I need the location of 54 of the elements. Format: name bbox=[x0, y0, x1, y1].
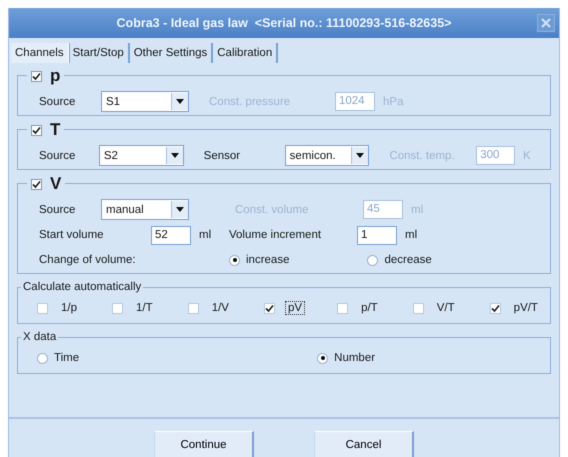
checkbox[interactable] bbox=[31, 70, 42, 82]
field-label: Const. volume bbox=[235, 204, 310, 216]
dropdown[interactable]: semicon. bbox=[284, 145, 370, 166]
field-label: Volume increment bbox=[229, 229, 322, 241]
unit-label: ml bbox=[405, 229, 418, 241]
input-field[interactable]: 1 bbox=[357, 226, 397, 244]
radio-option[interactable]: Time bbox=[37, 352, 80, 364]
dropdown[interactable]: manual bbox=[101, 199, 189, 220]
check-icon bbox=[490, 304, 500, 312]
channel-symbol: V bbox=[50, 174, 62, 194]
field-label: Source bbox=[39, 96, 76, 108]
radio-option[interactable]: Number bbox=[317, 352, 376, 364]
checkbox-option[interactable]: V/T bbox=[412, 301, 458, 315]
caret-icon bbox=[170, 153, 179, 158]
radio-option[interactable]: increase bbox=[229, 254, 290, 266]
radio-option[interactable]: decrease bbox=[367, 254, 432, 266]
dialog-button[interactable]: Continue bbox=[154, 431, 254, 457]
dropdown[interactable]: S1 bbox=[101, 91, 189, 112]
field-label: Source bbox=[39, 204, 76, 216]
checkbox-option[interactable]: p/T bbox=[337, 301, 381, 315]
channel-symbol: p bbox=[50, 66, 60, 86]
field-label: Start volume bbox=[39, 229, 105, 241]
checkbox[interactable] bbox=[31, 178, 42, 190]
checkbox-option[interactable]: 1/V bbox=[188, 301, 232, 315]
field-label: Sensor bbox=[204, 150, 242, 162]
checkbox-option[interactable]: 1/p bbox=[37, 301, 80, 315]
window-title: Cobra3 - Ideal gas law <Serial no.: 11100293-516-82635> bbox=[116, 16, 452, 30]
dialog-button[interactable]: Cancel bbox=[314, 431, 414, 457]
caret-icon bbox=[176, 99, 184, 104]
check-icon bbox=[32, 180, 41, 188]
unit-label: ml bbox=[411, 204, 424, 216]
checkbox-option[interactable]: 1/T bbox=[112, 301, 156, 315]
tab[interactable]: Other Settings bbox=[130, 43, 214, 63]
tab[interactable]: Calibration bbox=[213, 43, 278, 63]
unit-label: ml bbox=[199, 229, 212, 241]
tab[interactable]: Start/Stop bbox=[68, 43, 130, 63]
field-label: Change of volume: bbox=[39, 254, 137, 266]
check-icon bbox=[32, 72, 41, 80]
check-icon bbox=[32, 126, 41, 134]
checkbox-option[interactable]: pV/T bbox=[490, 301, 541, 315]
input-field[interactable]: 52 bbox=[151, 226, 191, 244]
checkbox[interactable] bbox=[31, 124, 42, 136]
unit-label: hPa bbox=[383, 96, 404, 108]
check-icon bbox=[264, 304, 274, 312]
unit-label: K bbox=[522, 150, 532, 162]
dropdown[interactable]: S2 bbox=[98, 145, 184, 166]
field-label: Const. temp. bbox=[389, 150, 456, 162]
field-label: Const. pressure bbox=[209, 96, 292, 108]
channel-symbol: T bbox=[50, 120, 60, 140]
tab[interactable]: Channels bbox=[11, 43, 69, 63]
close-icon bbox=[540, 17, 552, 29]
field-label: Source bbox=[39, 150, 76, 162]
caret-icon bbox=[356, 153, 364, 158]
caret-icon bbox=[176, 207, 184, 212]
